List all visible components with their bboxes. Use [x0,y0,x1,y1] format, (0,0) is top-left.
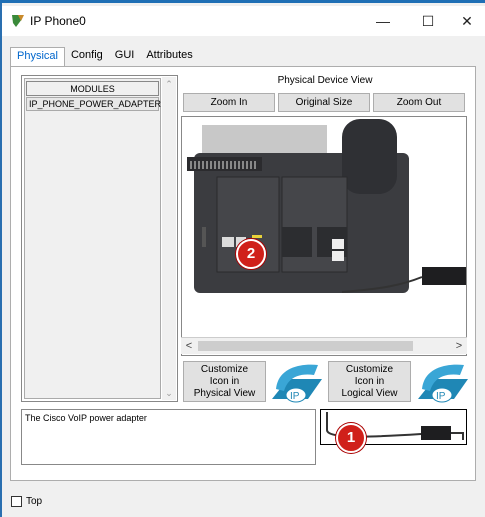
top-checkbox-label: Top [26,496,43,507]
close-button[interactable]: ✕ [449,6,485,36]
customize-physical-line3: Physical View [193,388,256,399]
zoom-out-button[interactable]: Zoom Out [373,93,465,112]
callout-badge-2: 2 [236,239,266,269]
module-item-power-adapter[interactable]: IP_PHONE_POWER_ADAPTER [26,97,161,111]
scroll-down-icon[interactable]: ⌄ [162,386,176,400]
window-title: IP Phone0 [30,14,86,28]
window-edge [0,3,2,517]
scroll-up-icon[interactable]: ⌃ [162,77,176,91]
customize-logical-line1: Customize [345,364,394,375]
ip-phone-device-image [187,119,466,293]
customize-logical-line2: Icon in [354,376,385,387]
tab-physical[interactable]: Physical [10,47,65,67]
top-checkbox[interactable] [11,496,22,507]
ip-phone-window: IP Phone0 — ☐ ✕ Physical Config GUI Attr… [0,0,485,517]
ip-phone-icon-logical: IP [418,364,468,403]
ip-label: IP [290,391,300,402]
tab-gui[interactable]: GUI [109,47,141,67]
ip-phone-icon: IP [272,364,322,403]
tab-attributes[interactable]: Attributes [140,47,198,67]
view-horizontal-scrollbar[interactable]: < > [181,337,467,354]
module-description: The Cisco VoIP power adapter [21,409,316,465]
maximize-button[interactable]: ☐ [410,6,446,36]
customize-physical-line2: Icon in [209,376,240,387]
ip-label-logical: IP [436,391,446,402]
zoom-in-button[interactable]: Zoom In [183,93,275,112]
tab-config[interactable]: Config [65,47,109,67]
modules-inner: MODULES IP_PHONE_POWER_ADAPTER [24,78,161,399]
scroll-right-icon[interactable]: > [451,338,467,355]
scrollbar-thumb[interactable] [198,341,413,351]
modules-scrollbar[interactable]: ⌃ ⌄ [162,77,176,400]
modules-list: MODULES IP_PHONE_POWER_ADAPTER ⌃ ⌄ [21,75,178,402]
physical-view-title: Physical Device View [277,75,373,86]
customize-logical-button[interactable]: Customize Icon in Logical View [328,361,411,402]
top-checkbox-row[interactable]: Top [11,496,42,507]
app-icon [12,15,24,27]
modules-header: MODULES [26,81,159,96]
minimize-button[interactable]: — [365,6,401,36]
customize-physical-button[interactable]: Customize Icon in Physical View [183,361,266,402]
customize-logical-line3: Logical View [341,388,398,399]
scroll-left-icon[interactable]: < [181,338,197,355]
original-size-button[interactable]: Original Size [278,93,370,112]
customize-physical-line1: Customize [200,364,249,375]
tab-bar: Physical Config GUI Attributes [10,47,199,67]
title-bar: IP Phone0 — ☐ ✕ [2,6,485,36]
zoom-controls: Zoom In Original Size Zoom Out [183,93,465,112]
callout-badge-1: 1 [336,423,366,453]
physical-device-view[interactable]: 2 [181,116,467,356]
